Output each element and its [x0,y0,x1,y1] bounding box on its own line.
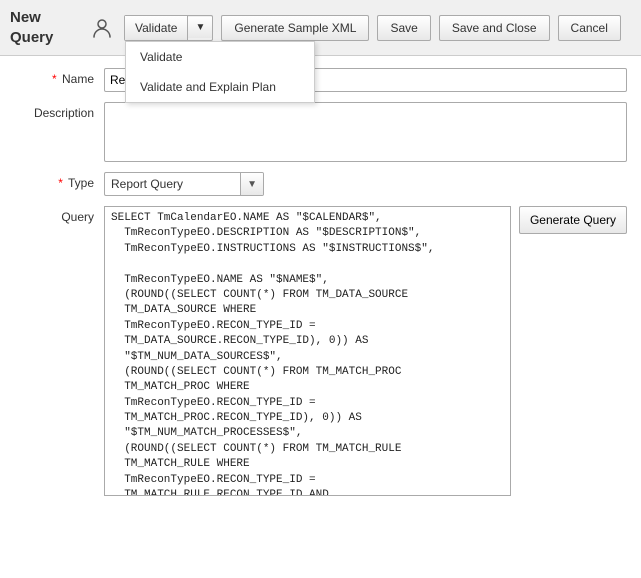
validate-option[interactable]: Validate [126,42,314,72]
validate-dropdown-menu: Validate Validate and Explain Plan [125,41,315,103]
query-textarea[interactable] [104,206,511,496]
query-row: Query Generate Query [14,206,627,496]
header: New Query Validate ▼ Validate Validate a… [0,0,641,56]
save-button[interactable]: Save [377,15,430,41]
description-label: Description [14,102,104,120]
user-icon [88,14,116,42]
validate-main-button[interactable]: Validate [125,16,188,40]
generate-query-button[interactable]: Generate Query [519,206,627,234]
name-required-star: * [52,72,57,86]
save-and-close-button[interactable]: Save and Close [439,15,550,41]
cancel-button[interactable]: Cancel [558,15,621,41]
query-area-wrapper: Generate Query [104,206,627,496]
validate-dropdown-arrow-button[interactable]: ▼ [188,17,212,38]
type-row: * Type Report Query ▼ [14,172,627,196]
name-row: * Name [14,68,627,92]
validate-and-explain-option[interactable]: Validate and Explain Plan [126,72,314,102]
page-title: New Query [10,8,80,47]
type-required-star: * [58,176,63,190]
description-row: Description [14,102,627,162]
description-textarea[interactable] [104,102,627,162]
query-label: Query [14,206,104,224]
generate-sample-xml-button[interactable]: Generate Sample XML [221,15,369,41]
type-select-arrow-icon: ▼ [240,173,263,195]
type-label: * Type [14,172,104,190]
type-select-value: Report Query [105,174,240,194]
type-select[interactable]: Report Query ▼ [104,172,264,196]
validate-button-group[interactable]: Validate ▼ Validate Validate and Explain… [124,15,213,41]
name-label: * Name [14,68,104,86]
